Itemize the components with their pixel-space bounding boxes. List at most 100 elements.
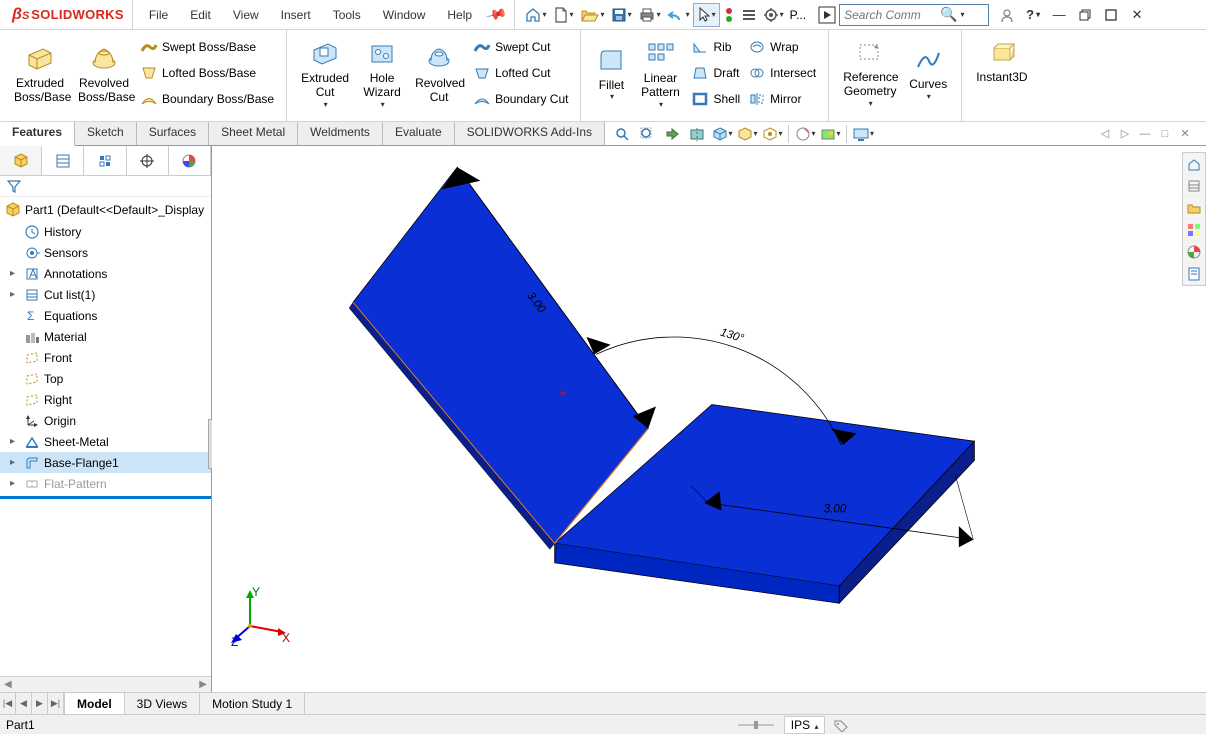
panel-hscroll[interactable]: ◀▶	[0, 676, 211, 692]
swept-boss-button[interactable]: Swept Boss/Base	[136, 34, 278, 60]
minimize-button[interactable]: —	[1049, 5, 1069, 25]
intersect-button[interactable]: Intersect	[744, 60, 820, 86]
tab-addins[interactable]: SOLIDWORKS Add-Ins	[455, 122, 605, 145]
sw-resources-icon[interactable]	[1183, 153, 1205, 175]
view-palette-icon[interactable]	[1183, 219, 1205, 241]
lofted-cut-button[interactable]: Lofted Cut	[469, 60, 572, 86]
zoom-area-icon[interactable]	[636, 124, 658, 144]
mirror-button[interactable]: Mirror	[744, 86, 820, 112]
tree-item-flat-pattern[interactable]: ▸Flat-Pattern	[0, 473, 211, 494]
command-play-button[interactable]	[815, 3, 839, 27]
tab-evaluate[interactable]: Evaluate	[383, 122, 455, 145]
tab-last-button[interactable]: ▶|	[48, 693, 64, 714]
tab-surfaces[interactable]: Surfaces	[137, 122, 209, 145]
view-orientation-icon[interactable]: ▾	[711, 124, 733, 144]
property-tab[interactable]	[42, 146, 84, 175]
tab-model[interactable]: Model	[65, 693, 125, 714]
extruded-cut-button[interactable]: Extruded Cut▾	[295, 35, 355, 111]
boundary-boss-button[interactable]: Boundary Boss/Base	[136, 86, 278, 112]
tree-item-right[interactable]: Right	[0, 389, 211, 410]
search-icon[interactable]: 🔍	[940, 6, 957, 23]
hide-show-icon[interactable]: ▾	[761, 124, 783, 144]
doc-close-button[interactable]: ✕	[1176, 126, 1194, 142]
close-button[interactable]: ✕	[1127, 5, 1147, 25]
tab-sheet-metal[interactable]: Sheet Metal	[209, 122, 298, 145]
print-button[interactable]: ▾	[635, 3, 664, 27]
tab-first-button[interactable]: |◀	[0, 693, 16, 714]
menu-insert[interactable]: Insert	[271, 4, 321, 26]
quick-p[interactable]: P...	[787, 3, 809, 27]
file-explorer-icon[interactable]	[1183, 197, 1205, 219]
new-button[interactable]: ▾	[550, 3, 577, 27]
menu-edit[interactable]: Edit	[180, 4, 221, 26]
apply-scene-icon[interactable]: ▾	[819, 124, 841, 144]
select-button[interactable]: ▾	[693, 3, 720, 27]
options-list-button[interactable]	[738, 3, 760, 27]
rebuild-button[interactable]	[720, 3, 738, 27]
tab-prev-button[interactable]: ◀	[16, 693, 32, 714]
tree-item-base-flange1[interactable]: ▸Base-Flange1	[0, 452, 211, 473]
curves-button[interactable]: Curves▾	[903, 41, 953, 103]
tree-item-front[interactable]: Front	[0, 347, 211, 368]
dimxpert-tab[interactable]	[127, 146, 169, 175]
appearance-tab[interactable]	[169, 146, 211, 175]
view-triad[interactable]: Y X Z	[230, 586, 290, 646]
revolved-cut-button[interactable]: Revolved Cut	[409, 40, 469, 107]
tree-rollback-bar[interactable]	[0, 496, 211, 499]
tree-item-top[interactable]: Top	[0, 368, 211, 389]
zoom-fit-icon[interactable]	[611, 124, 633, 144]
status-units[interactable]: IPS ▴	[784, 716, 826, 734]
extruded-boss-button[interactable]: Extruded Boss/Base	[8, 40, 72, 107]
tab-sketch[interactable]: Sketch	[75, 122, 137, 145]
rib-button[interactable]: Rib	[687, 34, 744, 60]
search-box[interactable]: 🔍 ▾	[839, 4, 989, 26]
lofted-boss-button[interactable]: Lofted Boss/Base	[136, 60, 278, 86]
save-button[interactable]: ▾	[608, 3, 635, 27]
doc-min-button[interactable]: —	[1136, 126, 1154, 142]
menu-tools[interactable]: Tools	[323, 4, 371, 26]
prev-view-icon[interactable]	[661, 124, 683, 144]
menu-help[interactable]: Help	[437, 4, 482, 26]
tree-item-cut-list-1-[interactable]: ▸Cut list(1)	[0, 284, 211, 305]
reference-geometry-button[interactable]: Reference Geometry▾	[837, 34, 903, 110]
search-input[interactable]	[840, 8, 940, 22]
tree-item-material-not-specified-[interactable]: Material	[0, 326, 211, 347]
linear-pattern-button[interactable]: Linear Pattern▾	[633, 35, 687, 111]
settings-button[interactable]: ▾	[760, 3, 787, 27]
open-button[interactable]: ▾	[577, 3, 608, 27]
section-view-icon[interactable]	[686, 124, 708, 144]
tree-item-equations[interactable]: ΣEquations	[0, 305, 211, 326]
design-library-icon[interactable]	[1183, 175, 1205, 197]
tree-item-sheet-metal[interactable]: ▸Sheet-Metal	[0, 431, 211, 452]
search-dropdown[interactable]: ▾	[961, 10, 965, 19]
user-button[interactable]	[997, 5, 1017, 25]
doc-max-button[interactable]: □	[1156, 126, 1174, 142]
help-button[interactable]: ?▾	[1023, 5, 1043, 25]
status-tags-icon[interactable]	[833, 718, 849, 732]
tab-next-button[interactable]: ▶	[32, 693, 48, 714]
view-settings-icon[interactable]: ▾	[852, 124, 874, 144]
dim-angle[interactable]: 130°	[719, 327, 746, 346]
custom-props-icon[interactable]	[1183, 263, 1205, 285]
instant3d-button[interactable]: Instant3D	[970, 34, 1033, 86]
undo-button[interactable]: ▾	[664, 3, 693, 27]
tree-item-origin[interactable]: Origin	[0, 410, 211, 431]
shell-button[interactable]: Shell	[687, 86, 744, 112]
dim-2[interactable]: 3.00	[824, 504, 847, 516]
tab-features[interactable]: Features	[0, 122, 75, 146]
tab-3dviews[interactable]: 3D Views	[125, 693, 200, 714]
tree-filter[interactable]	[0, 176, 211, 197]
edit-appearance-icon[interactable]: ▾	[794, 124, 816, 144]
draft-button[interactable]: Draft	[687, 60, 744, 86]
fillet-button[interactable]: Fillet▾	[589, 42, 633, 104]
menu-window[interactable]: Window	[373, 4, 436, 26]
tree-item-annotations[interactable]: ▸AAnnotations	[0, 263, 211, 284]
graphics-area[interactable]: + 3.00 130° 3.00	[212, 146, 1206, 692]
wrap-button[interactable]: Wrap	[744, 34, 820, 60]
status-zoom-slider[interactable]	[736, 719, 776, 731]
hole-wizard-button[interactable]: Hole Wizard▾	[355, 35, 409, 111]
home-button[interactable]: ▾	[521, 3, 550, 27]
doc-prev-button[interactable]: ◁	[1096, 126, 1114, 142]
swept-cut-button[interactable]: Swept Cut	[469, 34, 572, 60]
feature-tree-tab[interactable]	[0, 146, 42, 175]
